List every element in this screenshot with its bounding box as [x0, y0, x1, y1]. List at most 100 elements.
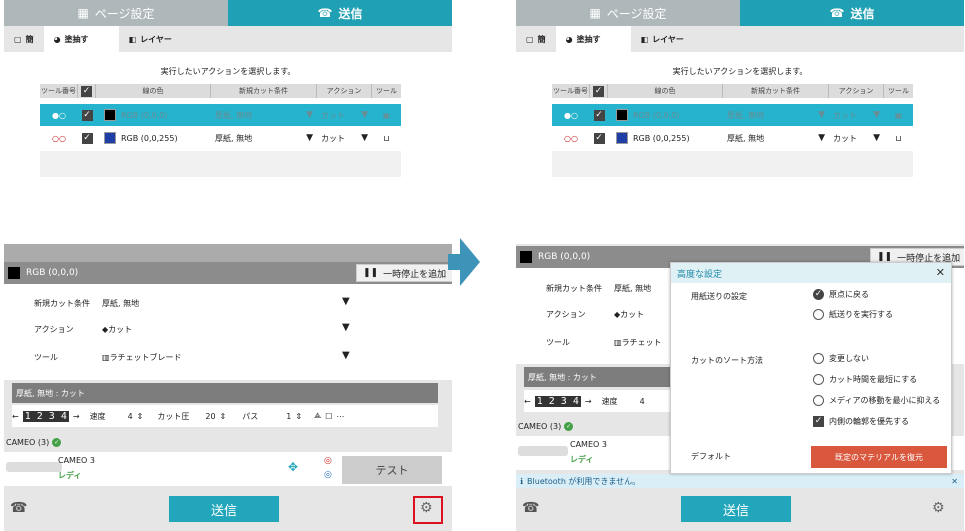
- send-button[interactable]: 送信: [681, 496, 791, 522]
- table-row[interactable]: ●○ ✓ RGB (0,0,0) 厚紙, 無地 ▼ カット ▼ ▣: [40, 104, 401, 126]
- row-check[interactable]: ✓: [78, 132, 96, 144]
- sort-option-none[interactable]: 変更しない: [813, 353, 869, 364]
- close-icon[interactable]: ✕: [936, 266, 945, 279]
- sort-option-time[interactable]: カット時間を最短にする: [813, 374, 917, 385]
- subtab-simple[interactable]: ▢ 簡: [4, 26, 44, 52]
- mode-tabs: ▢ 簡 ◕ 塗抽す ◧ レイヤー: [516, 26, 964, 52]
- add-pause-button[interactable]: ❚❚ 一時停止を追加: [356, 264, 452, 282]
- origin-blue-icon[interactable]: ◎: [324, 470, 332, 480]
- blade-depth-digits[interactable]: 1 2 3 4: [22, 410, 69, 422]
- subtab-fill[interactable]: ◕ 塗抽す: [43, 26, 119, 52]
- row-check[interactable]: ✓: [78, 109, 96, 121]
- tab-send[interactable]: ☎ 送信: [740, 0, 964, 26]
- row-condition-select[interactable]: 厚紙, 無地 ▼: [211, 133, 317, 144]
- gear-icon[interactable]: ⚙: [420, 500, 433, 516]
- chevron-down-icon[interactable]: ▼: [342, 322, 350, 333]
- device-section-label: CAMEO (3): [6, 438, 50, 447]
- row-condition-select[interactable]: 厚紙, 無地 ▼: [211, 110, 317, 121]
- col-check[interactable]: ✓: [590, 84, 608, 98]
- close-icon[interactable]: ✕: [951, 477, 958, 486]
- arrow-left-icon[interactable]: ←: [12, 412, 19, 421]
- blade-icon[interactable]: ▣: [372, 111, 401, 120]
- blade-icon[interactable]: ⊔: [372, 134, 401, 143]
- device-section: CAMEO (3) ✓: [518, 422, 574, 431]
- action-value: カット: [620, 310, 645, 319]
- blade-icon[interactable]: ⊔: [884, 134, 913, 143]
- more-icon[interactable]: ⋯: [336, 412, 344, 421]
- sort-option-inner[interactable]: ✓ 内側の輪郭を優先する: [813, 416, 909, 427]
- send-button[interactable]: 送信: [169, 496, 279, 522]
- table-row[interactable]: ●○ ✓ RGB (0,0,0) 厚紙, 無地 ▼ カット ▼ ▣: [552, 104, 913, 126]
- condition-value: 厚紙, 無地: [614, 284, 652, 293]
- action-field[interactable]: アクション ◆ カット: [34, 324, 132, 335]
- row-checkbox[interactable]: ✓: [593, 132, 605, 144]
- chevron-down-icon[interactable]: ▼: [342, 296, 350, 307]
- origin-red-icon[interactable]: ◎: [324, 456, 332, 466]
- restore-default-button[interactable]: 既定のマテリアルを復元: [811, 446, 947, 468]
- sort-option-movement[interactable]: メディアの移動を最小に抑える: [813, 395, 940, 406]
- tool-field[interactable]: ツール ▥ ラチェットブレード: [34, 352, 182, 363]
- condition-field[interactable]: 新規カット条件 厚紙, 無地: [546, 283, 651, 294]
- sort-option-label: メディアの移動を最小に抑える: [829, 396, 941, 405]
- action-field[interactable]: アクション ◆ カット: [546, 309, 644, 320]
- speed-value[interactable]: 4: [128, 412, 133, 421]
- row-action-select[interactable]: カット ▼: [829, 133, 884, 144]
- stepper-icon[interactable]: ⇕: [137, 412, 144, 421]
- row-check[interactable]: ✓: [590, 132, 608, 144]
- chevron-down-icon: ▼: [818, 132, 825, 143]
- move-arrows-icon[interactable]: ✥: [288, 460, 298, 474]
- grid-icon: ▦: [589, 6, 601, 20]
- feed-option-advance[interactable]: 紙送りを実行する: [813, 309, 893, 320]
- chevron-down-icon[interactable]: ▼: [342, 350, 350, 361]
- arrow-right-icon[interactable]: →: [585, 397, 592, 406]
- arrow-right-icon[interactable]: →: [73, 412, 80, 421]
- row-checkbox[interactable]: ✓: [593, 109, 605, 121]
- subtab-layer[interactable]: ◧ レイヤー: [631, 26, 694, 52]
- row-condition-select[interactable]: 厚紙, 無地 ▼: [723, 110, 829, 121]
- bluetooth-message: Bluetooth が利用できません。: [527, 476, 641, 486]
- subtab-fill[interactable]: ◕ 塗抽す: [555, 26, 631, 52]
- subtab-fill-label: 塗抽す: [576, 34, 601, 44]
- gear-icon[interactable]: ⚙: [932, 500, 945, 516]
- tool-value: ラチェット: [621, 338, 662, 347]
- stepper-icon[interactable]: ⇕: [220, 412, 227, 421]
- blade-depth-digits[interactable]: 1 2 3 4: [534, 395, 581, 407]
- row-action-select[interactable]: カット ▼: [829, 110, 884, 121]
- row-action-select[interactable]: カット ▼: [317, 133, 372, 144]
- feed-option-return[interactable]: ✓ 原点に戻る: [813, 289, 869, 300]
- row-action-select[interactable]: カット ▼: [317, 110, 372, 121]
- row-condition: 厚紙, 無地: [215, 133, 253, 143]
- chevron-down-icon: ▼: [361, 109, 368, 120]
- blade-icon[interactable]: ▣: [884, 111, 913, 120]
- condition-field[interactable]: 新規カット条件 厚紙, 無地: [34, 298, 139, 309]
- speed-value[interactable]: 4: [640, 397, 645, 406]
- stepper-icon[interactable]: ⇕: [295, 412, 302, 421]
- force-value[interactable]: 20: [205, 412, 215, 421]
- select-all-checkbox[interactable]: ✓: [593, 85, 604, 97]
- row-check[interactable]: ✓: [590, 109, 608, 121]
- cutter-status-icon[interactable]: ☎: [522, 500, 539, 516]
- col-check[interactable]: ✓: [78, 84, 96, 98]
- tool-indicator: ●○: [52, 110, 66, 120]
- arrow-left-icon[interactable]: ←: [524, 397, 531, 406]
- subtab-simple[interactable]: ▢ 簡: [516, 26, 556, 52]
- track-enhance-icon[interactable]: ⟁: [314, 411, 321, 421]
- cutter-status-icon[interactable]: ☎: [10, 500, 27, 516]
- tab-page-setup[interactable]: ▦ ページ設定: [516, 0, 740, 26]
- tab-page-setup[interactable]: ▦ ページ設定: [4, 0, 228, 26]
- row-condition-select[interactable]: 厚紙, 無地 ▼: [723, 133, 829, 144]
- fill-icon: ◕: [53, 34, 61, 44]
- device-name: CAMEO 3: [570, 440, 607, 449]
- condition-value: 厚紙, 無地: [102, 299, 140, 308]
- pass-value[interactable]: 1: [286, 412, 291, 421]
- table-row[interactable]: ○○ ✓ RGB (0,0,255) 厚紙, 無地 ▼ カット ▼ ⊔: [552, 127, 913, 149]
- row-checkbox[interactable]: ✓: [81, 109, 93, 121]
- subtab-layer[interactable]: ◧ レイヤー: [119, 26, 182, 52]
- tool-field[interactable]: ツール ▥ ラチェット: [546, 337, 662, 348]
- test-button[interactable]: テスト: [342, 456, 442, 484]
- table-row[interactable]: ○○ ✓ RGB (0,0,255) 厚紙, 無地 ▼ カット ▼ ⊔: [40, 127, 401, 149]
- select-all-checkbox[interactable]: ✓: [81, 85, 92, 97]
- row-checkbox[interactable]: ✓: [81, 132, 93, 144]
- tab-send[interactable]: ☎ 送信: [228, 0, 452, 26]
- checkbox-empty-icon[interactable]: ☐: [325, 412, 332, 421]
